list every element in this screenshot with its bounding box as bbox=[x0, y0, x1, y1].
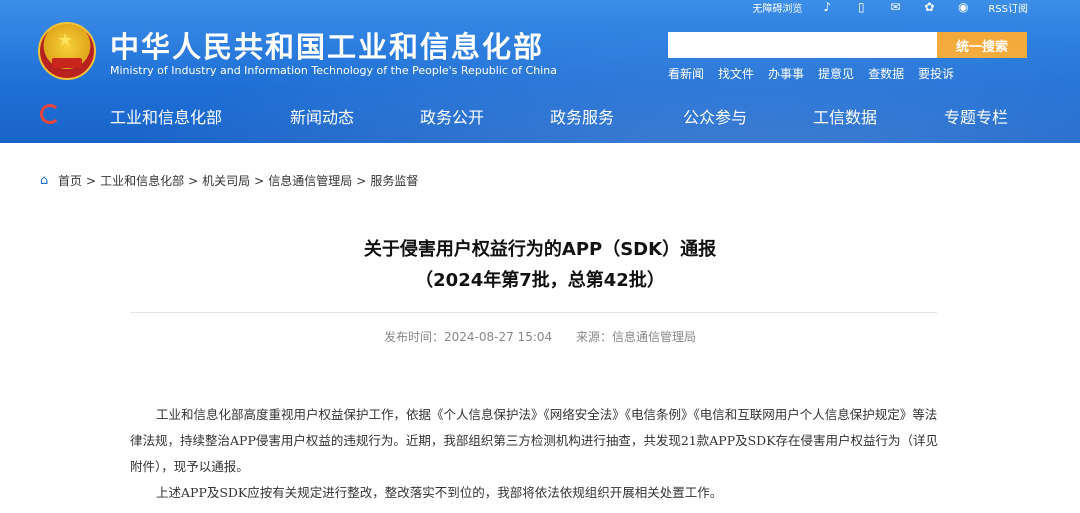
search-input[interactable] bbox=[668, 32, 937, 58]
breadcrumb-home[interactable]: 首页 bbox=[58, 172, 82, 189]
quicklink-files[interactable]: 找文件 bbox=[718, 65, 754, 82]
nav-item-services[interactable]: 政务服务 bbox=[550, 104, 614, 128]
national-emblem-logo bbox=[38, 22, 96, 80]
breadcrumb-ict-bureau[interactable]: 信息通信管理局 bbox=[268, 172, 352, 189]
org-name-en: Ministry of Industry and Information Tec… bbox=[110, 64, 557, 77]
wechat-icon[interactable]: ♪ bbox=[818, 0, 836, 14]
article-meta: 发布时间：2024-08-27 15:04 来源：信息通信管理局 bbox=[0, 328, 1080, 345]
miit-mini-logo-icon[interactable] bbox=[40, 104, 60, 124]
mail-icon[interactable]: ✉ bbox=[886, 0, 904, 14]
quicklink-services[interactable]: 办事事 bbox=[768, 65, 804, 82]
breadcrumb-service-supervision[interactable]: 服务监督 bbox=[370, 172, 418, 189]
publish-time: 发布时间：2024-08-27 15:04 bbox=[384, 330, 553, 344]
nav-item-government-affairs[interactable]: 政务公开 bbox=[420, 104, 484, 128]
quicklink-data[interactable]: 查数据 bbox=[868, 65, 904, 82]
breadcrumb-separator: > bbox=[254, 173, 265, 188]
article-paragraph: 工业和信息化部高度重视用户权益保护工作，依据《个人信息保护法》《网络安全法》《电… bbox=[130, 407, 939, 474]
site-header: 中华人民共和国工业和信息化部 Ministry of Industry and … bbox=[0, 0, 1080, 143]
breadcrumb: ⌂ 首页 > 工业和信息化部 > 机关司局 > 信息通信管理局 > 服务监督 bbox=[40, 172, 418, 189]
nav-item-special-topics[interactable]: 专题专栏 bbox=[944, 104, 1008, 128]
org-name-cn: 中华人民共和国工业和信息化部 bbox=[110, 30, 545, 64]
breadcrumb-separator: > bbox=[188, 173, 199, 188]
breadcrumb-departments[interactable]: 机关司局 bbox=[202, 172, 250, 189]
rss-link[interactable]: RSS订阅 bbox=[988, 0, 1028, 15]
article-subtitle: （2024年第7批，总第42批） bbox=[415, 270, 665, 291]
weibo-icon[interactable]: ◉ bbox=[954, 0, 972, 14]
nav-item-data[interactable]: 工信数据 bbox=[813, 104, 877, 128]
search-button[interactable]: 统一搜索 bbox=[937, 32, 1027, 58]
search-bar: 统一搜索 bbox=[668, 32, 1027, 58]
nav-item-public-participation[interactable]: 公众参与 bbox=[683, 104, 747, 128]
nav-item-ministry[interactable]: 工业和信息化部 bbox=[110, 104, 222, 128]
breadcrumb-bar: ⌂ 首页 > 工业和信息化部 > 机关司局 > 信息通信管理局 > 服务监督 bbox=[0, 150, 1080, 210]
mobile-icon[interactable]: ▯ bbox=[852, 0, 870, 14]
quicklink-complaint[interactable]: 要投诉 bbox=[918, 65, 954, 82]
home-icon: ⌂ bbox=[40, 172, 49, 188]
article-source: 来源：信息通信管理局 bbox=[575, 330, 696, 344]
article-title: 关于侵害用户权益行为的APP（SDK）通报 bbox=[363, 239, 717, 260]
quicklink-news[interactable]: 看新闻 bbox=[668, 65, 704, 82]
accessibility-link[interactable]: 无障碍浏览 bbox=[752, 0, 802, 15]
main-nav: 工业和信息化部 新闻动态 政务公开 政务服务 公众参与 工信数据 专题专栏 bbox=[0, 96, 1080, 134]
title-divider bbox=[130, 312, 937, 313]
breadcrumb-separator: > bbox=[356, 173, 367, 188]
article-body: 工业和信息化部高度重视用户权益保护工作，依据《个人信息保护法》《网络安全法》《电… bbox=[130, 402, 940, 506]
topbar: 无障碍浏览 ♪ ▯ ✉ ✿ ◉ RSS订阅 bbox=[752, 0, 1028, 15]
nav-item-news[interactable]: 新闻动态 bbox=[290, 104, 354, 128]
article-paragraph: 上述APP及SDK应按有关规定进行整改，整改落实不到位的，我部将依法依规组织开展… bbox=[156, 485, 723, 500]
quicklinks: 看新闻 找文件 办事事 提意见 查数据 要投诉 bbox=[668, 65, 954, 82]
breadcrumb-ministry[interactable]: 工业和信息化部 bbox=[100, 172, 184, 189]
quicklink-feedback[interactable]: 提意见 bbox=[818, 65, 854, 82]
breadcrumb-separator: > bbox=[86, 173, 97, 188]
mini-program-icon[interactable]: ✿ bbox=[920, 0, 938, 14]
